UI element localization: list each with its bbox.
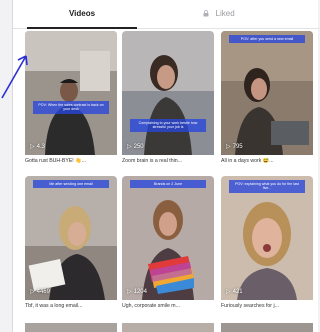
tab-bar: Videos Liked <box>13 0 319 29</box>
video-caption-overlay: Me after sending one email <box>33 180 109 189</box>
video-card[interactable]: POV: When the sales contract is back on … <box>25 31 117 171</box>
tab-liked-label: Liked <box>215 9 235 18</box>
video-thumbnail[interactable]: POV: When the sales contract is back on … <box>25 31 117 155</box>
view-count: ▷ 4.3 <box>30 144 45 150</box>
video-caption-overlay: POV: When the sales contract is back on … <box>33 101 109 114</box>
tab-videos[interactable]: Videos <box>27 0 137 29</box>
video-card-partial[interactable] <box>25 323 117 332</box>
video-caption-overlay: POV: explaining what you do for the last… <box>229 180 305 193</box>
video-card[interactable]: Brands on 2 June ▷ 1204 Ugh, corporate sm… <box>122 176 214 316</box>
video-card[interactable]: POV: after you send a new email ▷ 795 All… <box>221 31 313 171</box>
play-icon: ▷ <box>30 144 35 150</box>
view-count: ▷ 250 <box>127 144 144 150</box>
video-thumbnail[interactable]: POV: after you send a new email ▷ 795 <box>221 31 313 155</box>
play-icon: ▷ <box>226 289 231 295</box>
video-title[interactable]: Furiously searches for j... <box>221 303 313 309</box>
video-thumbnail-image <box>25 176 117 300</box>
video-caption-overlay: Complaining to your work bestie how stre… <box>130 119 206 132</box>
active-tab-indicator <box>27 27 137 29</box>
tab-videos-label: Videos <box>68 9 96 18</box>
video-thumbnail-image <box>221 31 313 155</box>
lock-icon <box>203 10 209 17</box>
play-icon: ▷ <box>226 144 231 150</box>
video-thumbnail[interactable]: Brands on 2 June ▷ 1204 <box>122 176 214 300</box>
video-title[interactable]: Ugh, corporate smile m... <box>122 303 214 309</box>
video-thumbnail[interactable]: POV: explaining what you do for the last… <box>221 176 313 300</box>
video-title[interactable]: Gotta rust BUH-BYE! 👋... <box>25 158 117 164</box>
video-thumbnail[interactable]: Me after sending one email ▷ 4469 <box>25 176 117 300</box>
view-count: ▷ 795 <box>226 144 243 150</box>
play-icon: ▷ <box>127 144 132 150</box>
video-thumbnail-image <box>25 31 117 155</box>
view-count: ▷ 4469 <box>30 289 50 295</box>
video-caption-overlay: POV: after you send a new email <box>229 35 305 44</box>
play-icon: ▷ <box>127 289 132 295</box>
video-card[interactable]: Complaining to your work bestie how stre… <box>122 31 214 171</box>
profile-videos-panel: Videos Liked POV: When the sales contrac… <box>12 0 319 332</box>
view-count: ▷ 1204 <box>127 289 147 295</box>
video-card-partial[interactable] <box>221 323 313 332</box>
video-title[interactable]: Zoom brain is a real thin... <box>122 158 214 164</box>
tab-liked[interactable]: Liked <box>169 0 269 28</box>
video-title[interactable]: All in a days work 😅... <box>221 158 313 164</box>
video-thumbnail-image <box>122 176 214 300</box>
video-card-partial[interactable] <box>122 323 214 332</box>
video-card[interactable]: POV: explaining what you do for the last… <box>221 176 313 316</box>
video-card[interactable]: Me after sending one email ▷ 4469 Tbf, it… <box>25 176 117 316</box>
video-caption-overlay: Brands on 2 June <box>130 180 206 189</box>
video-thumbnail[interactable]: Complaining to your work bestie how stre… <box>122 31 214 155</box>
video-title[interactable]: Tbf, it was a long email... <box>25 303 117 309</box>
video-thumbnail-image <box>122 31 214 155</box>
video-thumbnail-image <box>221 176 313 300</box>
view-count: ▷ 421 <box>226 289 243 295</box>
play-icon: ▷ <box>30 289 35 295</box>
